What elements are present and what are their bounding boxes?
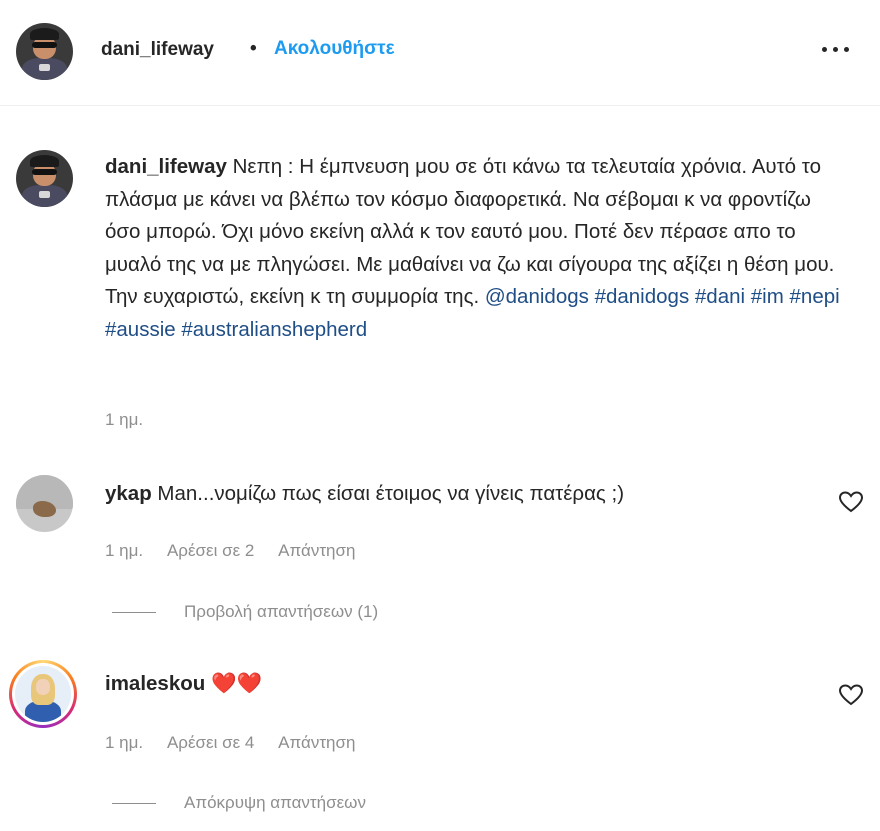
comment-ykap: ykap Man...νομίζω πως είσαι έτοιμος να γ… [105, 482, 624, 506]
hashtag[interactable]: #aussie [105, 318, 176, 341]
post-header: dani_lifeway • Ακολουθήστε [0, 0, 880, 106]
comment-meta: 1 ημ. Αρέσει σε 4 Απάντηση [105, 733, 375, 753]
heart-icon[interactable] [839, 684, 863, 706]
header-username[interactable]: dani_lifeway [101, 39, 214, 61]
reply-button[interactable]: Απάντηση [278, 541, 355, 560]
caption-username[interactable]: dani_lifeway [105, 155, 227, 178]
replies-divider [112, 612, 156, 614]
post-caption: dani_lifeway Νεπη : Η έμπνευση μου σε ότ… [105, 151, 845, 346]
comment-likes[interactable]: Αρέσει σε 2 [167, 541, 254, 560]
replies-toggle-label[interactable]: Προβολή απαντήσεων (1) [184, 602, 378, 621]
hashtag[interactable]: #nepi [790, 285, 840, 308]
comment-text: Man...νομίζω πως είσαι έτοιμος να γίνεις… [151, 482, 625, 505]
story-ring[interactable] [9, 660, 77, 728]
comment-time[interactable]: 1 ημ. [105, 733, 143, 752]
comment-imaleskou: imaleskou ❤️❤️ [105, 672, 262, 696]
caption-mention[interactable]: @danidogs [485, 285, 589, 308]
hashtag[interactable]: #australianshepherd [181, 318, 367, 341]
follow-button[interactable]: Ακολουθήστε [274, 38, 395, 60]
comment-avatar-imaleskou [15, 666, 71, 722]
hashtag[interactable]: #dani [695, 285, 745, 308]
reply-button[interactable]: Απάντηση [278, 733, 355, 752]
comment-likes[interactable]: Αρέσει σε 4 [167, 733, 254, 752]
caption-avatar[interactable] [16, 150, 73, 207]
view-replies[interactable]: Προβολή απαντήσεων (1) [112, 602, 378, 622]
comment-username[interactable]: imaleskou [105, 672, 205, 695]
header-avatar[interactable] [16, 23, 73, 80]
heart-icon[interactable] [839, 491, 863, 513]
hashtag[interactable]: #danidogs [595, 285, 690, 308]
comment-time[interactable]: 1 ημ. [105, 541, 143, 560]
caption-time[interactable]: 1 ημ. [105, 410, 143, 430]
comment-username[interactable]: ykap [105, 482, 152, 505]
replies-toggle-label[interactable]: Απόκρυψη απαντήσεων [184, 793, 366, 812]
more-horizontal-icon[interactable] [822, 44, 852, 54]
hashtag[interactable]: #im [751, 285, 784, 308]
comment-avatar-ykap[interactable] [16, 475, 73, 532]
comment-text: ❤️❤️ [205, 672, 263, 695]
replies-divider [112, 803, 156, 805]
header-separator: • [250, 38, 257, 59]
hide-replies[interactable]: Απόκρυψη απαντήσεων [112, 793, 366, 813]
comment-meta: 1 ημ. Αρέσει σε 2 Απάντηση [105, 541, 375, 561]
